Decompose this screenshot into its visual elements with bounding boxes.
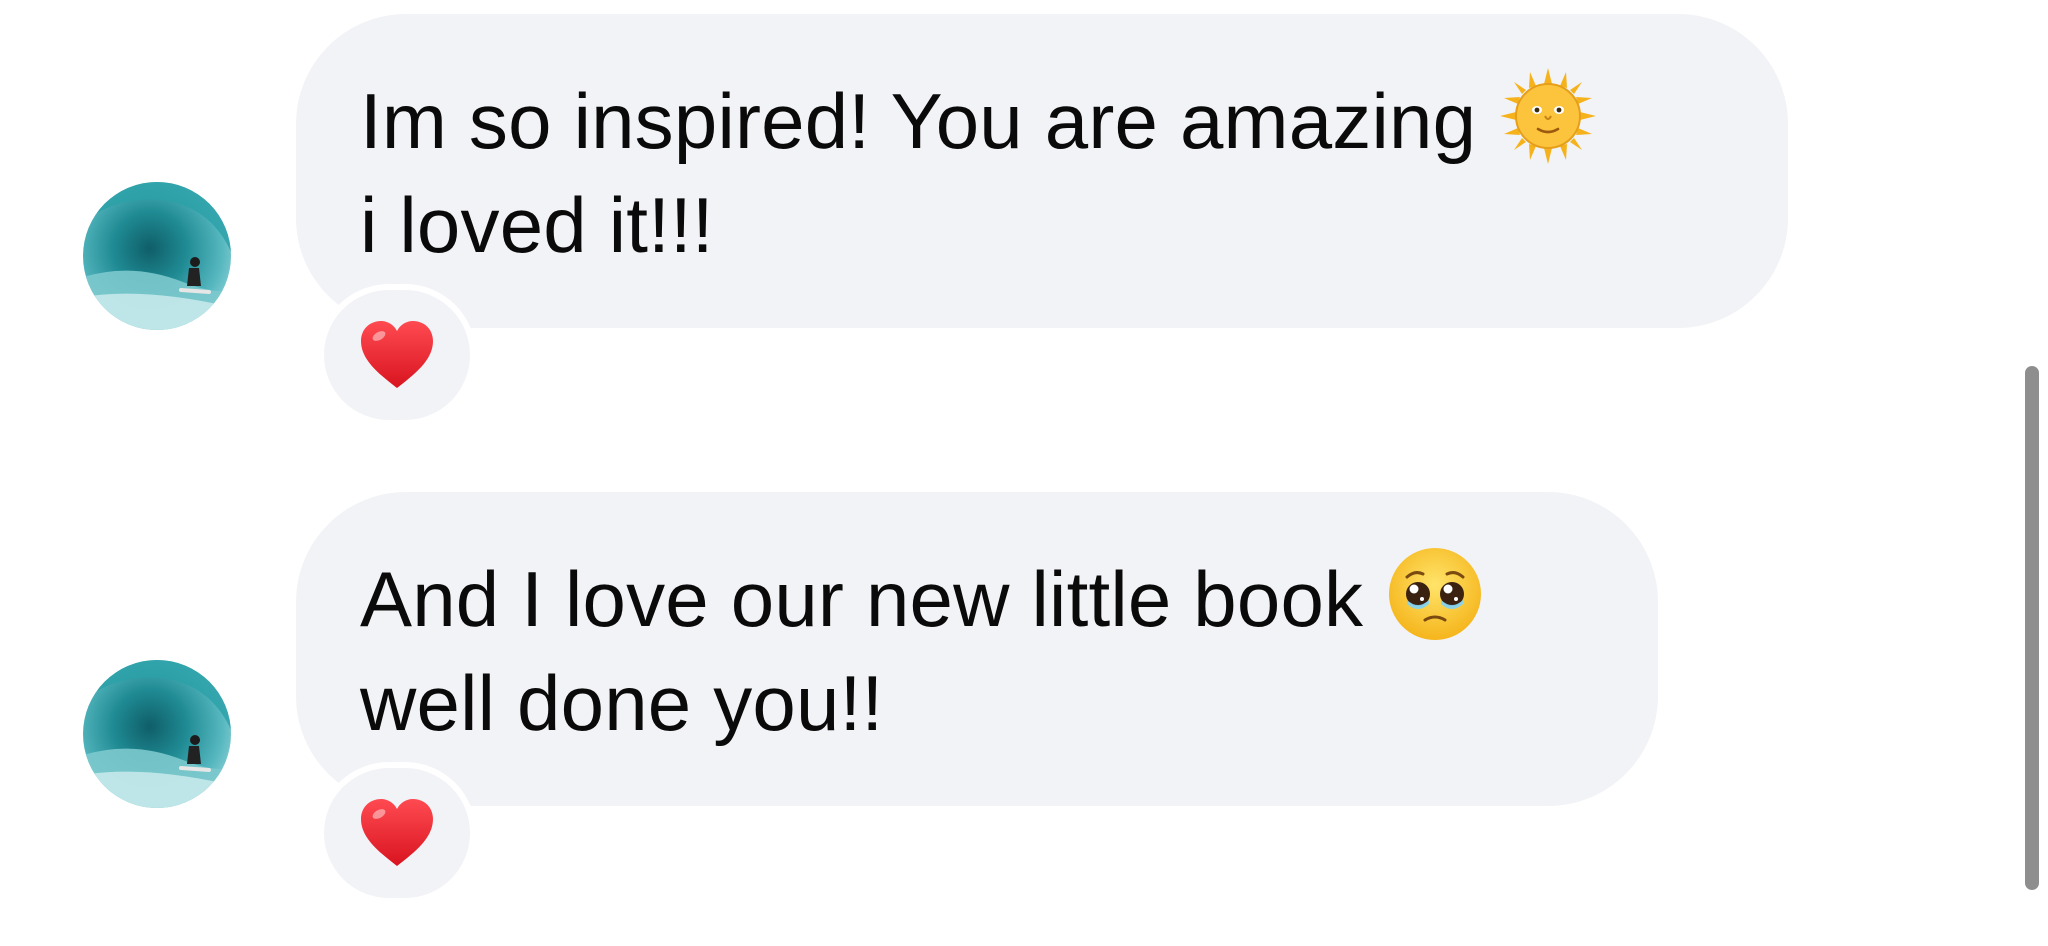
message-bubble[interactable]: Im so inspired! You are amazing i loved … xyxy=(296,14,1788,328)
message-line: Im so inspired! You are amazing xyxy=(360,77,1477,165)
sun-with-face-icon xyxy=(1498,66,1598,166)
message-line: well done you!! xyxy=(360,659,884,747)
avatar[interactable] xyxy=(83,182,231,330)
reaction-badge[interactable] xyxy=(318,284,476,426)
reaction-badge[interactable] xyxy=(318,762,476,904)
red-heart-icon xyxy=(361,799,433,866)
scrollbar-thumb[interactable] xyxy=(2025,366,2039,890)
surfer-avatar-image xyxy=(83,182,231,330)
surfer-avatar-image xyxy=(83,660,231,808)
avatar[interactable] xyxy=(83,660,231,808)
pleading-face-icon xyxy=(1385,544,1485,644)
message-line: i loved it!!! xyxy=(360,181,714,269)
message-line: And I love our new little book xyxy=(360,555,1364,643)
message-text: And I love our new little book well done… xyxy=(360,544,1594,755)
red-heart-icon xyxy=(361,321,433,388)
message-text: Im so inspired! You are amazing i loved … xyxy=(360,66,1724,277)
message-thread: Im so inspired! You are amazing i loved … xyxy=(0,0,2048,946)
message-bubble[interactable]: And I love our new little book well done… xyxy=(296,492,1658,806)
